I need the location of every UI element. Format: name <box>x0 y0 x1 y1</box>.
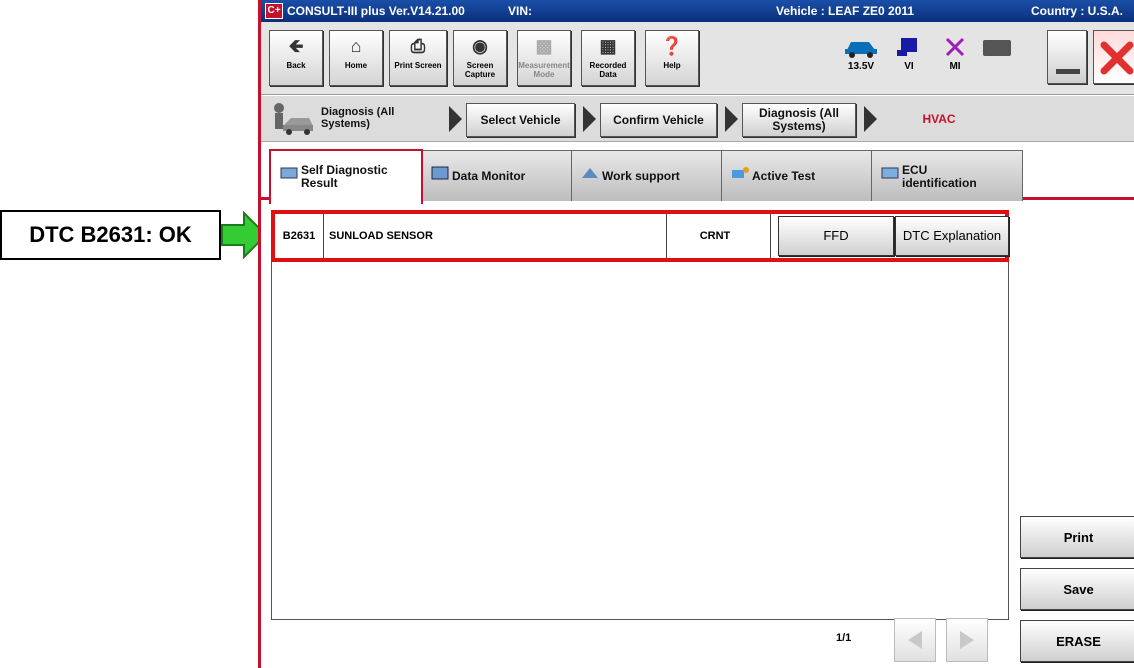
tab-active-test[interactable]: Active Test <box>721 150 873 201</box>
home-icon: ⌂ <box>350 36 362 56</box>
current-location-label: Diagnosis (All Systems) <box>321 106 395 130</box>
breadcrumb-chevron-icon <box>864 106 877 132</box>
home-button[interactable]: ⌂ Home <box>329 30 383 86</box>
consult-logo-icon: C+ <box>265 3 283 19</box>
dtc-status: CRNT <box>660 214 771 258</box>
active-test-icon <box>732 167 749 178</box>
measurement-mode-button[interactable]: ▩ Measurement Mode <box>517 30 571 86</box>
dtc-result-list <box>271 210 1009 620</box>
close-button[interactable] <box>1093 30 1134 84</box>
tab-self-diagnostic-result[interactable]: Self Diagnostic Result <box>269 149 423 204</box>
battery-voltage-indicator: 13.5V <box>839 36 883 72</box>
vin-label: VIN: <box>508 4 532 18</box>
breadcrumb-chevron-icon <box>449 106 462 132</box>
confirm-vehicle-button[interactable]: Confirm Vehicle <box>600 103 717 137</box>
recorded-data-button[interactable]: ▦ Recorded Data <box>581 30 635 86</box>
minimize-button[interactable] <box>1047 30 1087 84</box>
country-label: Country : U.S.A. <box>1031 4 1123 18</box>
breadcrumb-chevron-icon <box>725 106 738 132</box>
mi-indicator: MI <box>937 36 973 72</box>
tab-ecu-identification[interactable]: ECU identification <box>871 150 1023 201</box>
consult-window: C+ CONSULT-III plus Ver.V14.21.00 VIN: V… <box>258 0 1134 668</box>
dtc-code: B2631 <box>275 214 324 258</box>
print-button[interactable]: Print <box>1020 516 1134 558</box>
breadcrumb-chevron-icon <box>583 106 596 132</box>
back-button[interactable]: 🡸 Back <box>269 30 323 86</box>
tab-bar: Self Diagnostic Result Data Monitor Work… <box>261 142 1134 204</box>
vehicle-label: Vehicle : LEAF ZE0 2011 <box>776 4 915 18</box>
help-icon: ❓ <box>660 36 684 56</box>
back-arrow-icon: 🡸 <box>288 36 304 56</box>
save-button[interactable]: Save <box>1020 568 1134 610</box>
ffd-button[interactable]: FFD <box>778 216 894 256</box>
app-title: CONSULT-III plus Ver.V14.21.00 <box>287 4 465 18</box>
dtc-explanation-button[interactable]: DTC Explanation <box>895 216 1009 256</box>
screen-capture-button[interactable]: ◉ Screen Capture <box>453 30 507 86</box>
next-page-button[interactable] <box>946 618 988 662</box>
vi-indicator: VI <box>891 36 927 72</box>
print-screen-button[interactable]: ⎙ Print Screen <box>389 30 447 86</box>
recorded-data-icon: ▦ <box>599 36 617 56</box>
data-monitor-icon <box>431 166 449 180</box>
camera-icon: ◉ <box>472 36 488 56</box>
tab-work-support[interactable]: Work support <box>571 150 723 201</box>
dtc-description: SUNLOAD SENSOR <box>323 214 667 258</box>
technician-car-icon <box>274 103 313 135</box>
help-button[interactable]: ❓ Help <box>645 30 699 86</box>
select-vehicle-button[interactable]: Select Vehicle <box>466 103 575 137</box>
table-row[interactable]: B2631 SUNLOAD SENSOR CRNT FFD DTC Explan… <box>271 210 1009 262</box>
vi-device-icon <box>897 38 917 56</box>
erase-button[interactable]: ERASE <box>1020 620 1134 662</box>
device-status-icon <box>983 40 1011 56</box>
minimize-icon <box>1056 69 1080 74</box>
diagnosis-all-systems-button[interactable]: Diagnosis (All Systems) <box>742 103 856 137</box>
previous-page-button[interactable] <box>894 618 936 662</box>
dtc-status-callout: DTC B2631: OK <box>0 210 221 260</box>
page-indicator: 1/1 <box>836 632 852 644</box>
breadcrumb: Diagnosis (All Systems) Select Vehicle C… <box>261 96 1134 142</box>
left-arrow-icon <box>908 631 922 649</box>
title-bar: C+ CONSULT-III plus Ver.V14.21.00 VIN: V… <box>261 0 1134 22</box>
measurement-icon: ▩ <box>535 36 553 56</box>
diagnostic-icon <box>280 167 298 179</box>
car-icon <box>845 42 877 58</box>
close-icon <box>1100 41 1134 75</box>
system-label: HVAC <box>922 112 956 126</box>
toolbar: 🡸 Back ⌂ Home ⎙ Print Screen ◉ Screen Ca… <box>261 22 1134 95</box>
printer-icon: ⎙ <box>410 36 426 56</box>
work-support-icon <box>582 168 598 178</box>
right-arrow-icon <box>960 631 974 649</box>
tab-data-monitor[interactable]: Data Monitor <box>421 150 573 201</box>
mi-disconnected-icon <box>945 37 965 57</box>
ecu-identification-icon <box>881 167 899 179</box>
